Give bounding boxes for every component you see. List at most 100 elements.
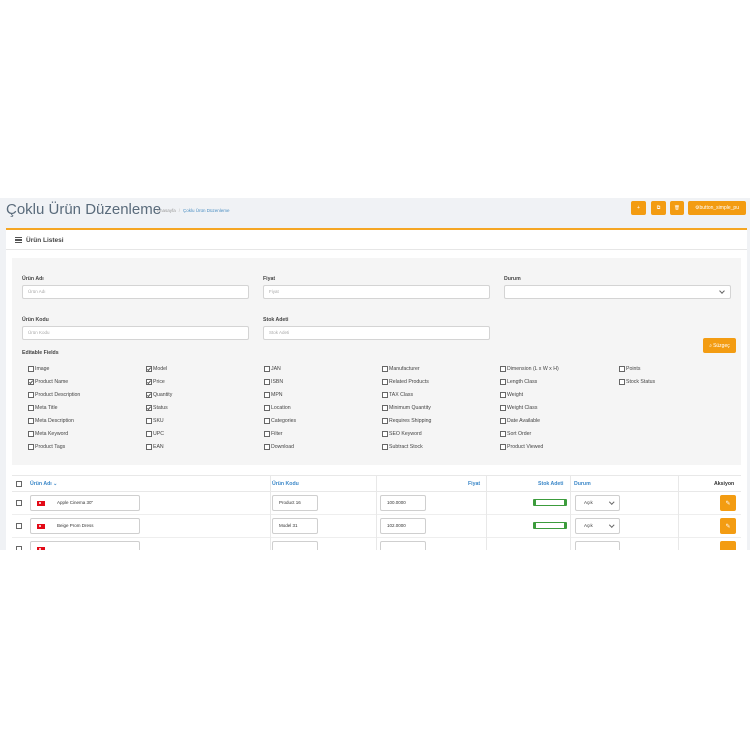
checkbox[interactable]: [382, 392, 388, 398]
checkbox-checked[interactable]: [146, 366, 152, 372]
breadcrumb-home[interactable]: Anasayfa: [157, 208, 176, 213]
checkbox[interactable]: [28, 444, 34, 450]
edit-button[interactable]: ✎: [720, 495, 736, 511]
field-image[interactable]: Image: [28, 366, 49, 372]
checkbox[interactable]: [382, 405, 388, 411]
filter-button[interactable]: ⌕ Süzgeç: [703, 338, 736, 353]
field-upc[interactable]: UPC: [146, 431, 164, 437]
field-sort-order[interactable]: Sort Order: [500, 431, 531, 437]
checkbox-checked[interactable]: [146, 379, 152, 385]
sort-by-code[interactable]: Ürün Kodu: [272, 481, 299, 487]
checkbox[interactable]: [619, 379, 625, 385]
row-checkbox[interactable]: [16, 523, 22, 529]
field-product-description[interactable]: Product Description: [28, 392, 80, 398]
status-select[interactable]: [504, 285, 731, 299]
row-checkbox[interactable]: [16, 500, 22, 506]
price-field[interactable]: 102.0000: [380, 518, 426, 534]
checkbox[interactable]: [500, 366, 506, 372]
status-select[interactable]: [575, 541, 620, 550]
product-code-input[interactable]: Ürün Kodu: [22, 326, 249, 340]
checkbox[interactable]: [264, 444, 270, 450]
product-name-input[interactable]: Ürün Adı: [22, 285, 249, 299]
field-date-available[interactable]: Date Available: [500, 418, 540, 424]
field-price[interactable]: Price: [146, 379, 165, 385]
select-all-checkbox[interactable]: [16, 481, 22, 487]
field-status[interactable]: Status: [146, 405, 168, 411]
price-input[interactable]: Fiyat: [263, 285, 490, 299]
edit-button[interactable]: ✎: [720, 518, 736, 534]
field-location[interactable]: Location: [264, 405, 291, 411]
field-subtract-stock[interactable]: Subtract Stock: [382, 444, 423, 450]
checkbox[interactable]: [382, 418, 388, 424]
checkbox[interactable]: [382, 431, 388, 437]
field-model[interactable]: Model: [146, 366, 167, 372]
sort-by-stock[interactable]: Stok Adeti: [538, 481, 563, 487]
checkbox[interactable]: [28, 431, 34, 437]
checkbox[interactable]: [500, 431, 506, 437]
field-requires-shipping[interactable]: Requires Shipping: [382, 418, 431, 424]
checkbox[interactable]: [382, 379, 388, 385]
checkbox[interactable]: [28, 366, 34, 372]
field-stock-status[interactable]: Stock Status: [619, 379, 655, 385]
delete-button[interactable]: 🗑: [670, 201, 684, 215]
checkbox[interactable]: [264, 418, 270, 424]
field-meta-keyword[interactable]: Meta Keyword: [28, 431, 68, 437]
field-points[interactable]: Points: [619, 366, 640, 372]
field-seo-keyword[interactable]: SEO Keyword: [382, 431, 422, 437]
product-code-field[interactable]: Product 16: [272, 495, 318, 511]
breadcrumb-current[interactable]: Çoklu Ürün Düzenleme: [183, 208, 230, 213]
checkbox[interactable]: [146, 444, 152, 450]
checkbox[interactable]: [619, 366, 625, 372]
checkbox[interactable]: [500, 379, 506, 385]
checkbox[interactable]: [500, 444, 506, 450]
product-name-field[interactable]: Apple Cinema 30": [30, 495, 140, 511]
sort-by-status[interactable]: Durum: [574, 481, 591, 487]
price-field[interactable]: 100.0000: [380, 495, 426, 511]
checkbox[interactable]: [382, 366, 388, 372]
price-field[interactable]: [380, 541, 426, 550]
product-code-field[interactable]: [272, 541, 318, 550]
checkbox[interactable]: [500, 405, 506, 411]
field-filter[interactable]: Filter: [264, 431, 283, 437]
checkbox[interactable]: [264, 379, 270, 385]
checkbox[interactable]: [264, 366, 270, 372]
checkbox[interactable]: [264, 431, 270, 437]
edit-button[interactable]: [720, 541, 736, 550]
checkbox[interactable]: [28, 392, 34, 398]
checkbox[interactable]: [500, 418, 506, 424]
add-button[interactable]: +: [631, 201, 646, 215]
product-code-field[interactable]: Model 31: [272, 518, 318, 534]
field-tax-class[interactable]: TAX Class: [382, 392, 413, 398]
field-meta-title[interactable]: Meta Title: [28, 405, 58, 411]
simple-pu-button[interactable]: ⚙ button_simple_pu: [688, 201, 746, 215]
stock-input[interactable]: Stok Adeti: [263, 326, 490, 340]
checkbox[interactable]: [264, 405, 270, 411]
field-isbn[interactable]: ISBN: [264, 379, 283, 385]
copy-button[interactable]: ⧉: [651, 201, 666, 215]
checkbox[interactable]: [264, 392, 270, 398]
sort-by-price[interactable]: Fiyat: [468, 481, 480, 487]
field-categories[interactable]: Categories: [264, 418, 296, 424]
product-name-field[interactable]: Beige Prom Dress: [30, 518, 140, 534]
field-minimum-quantity[interactable]: Minimum Quantity: [382, 405, 431, 411]
field-product-name[interactable]: Product Name: [28, 379, 68, 385]
checkbox[interactable]: [146, 418, 152, 424]
field-manufacturer[interactable]: Manufacturer: [382, 366, 420, 372]
sort-by-name[interactable]: Ürün Adı ⌄: [30, 481, 58, 487]
field-meta-description[interactable]: Meta Description: [28, 418, 74, 424]
checkbox[interactable]: [28, 405, 34, 411]
checkbox-checked[interactable]: [28, 379, 34, 385]
field-weight[interactable]: Weight: [500, 392, 523, 398]
status-select[interactable]: Açık: [575, 518, 620, 534]
product-name-field[interactable]: [30, 541, 140, 550]
row-checkbox[interactable]: [16, 546, 22, 550]
checkbox-checked[interactable]: [146, 405, 152, 411]
field-related-products[interactable]: Related Products: [382, 379, 429, 385]
field-product-viewed[interactable]: Product Viewed: [500, 444, 543, 450]
field-download[interactable]: Download: [264, 444, 294, 450]
field-sku[interactable]: SKU: [146, 418, 164, 424]
field-dimension[interactable]: Dimension (L x W x H): [500, 366, 559, 372]
checkbox[interactable]: [382, 444, 388, 450]
field-jan[interactable]: JAN: [264, 366, 281, 372]
checkbox[interactable]: [28, 418, 34, 424]
